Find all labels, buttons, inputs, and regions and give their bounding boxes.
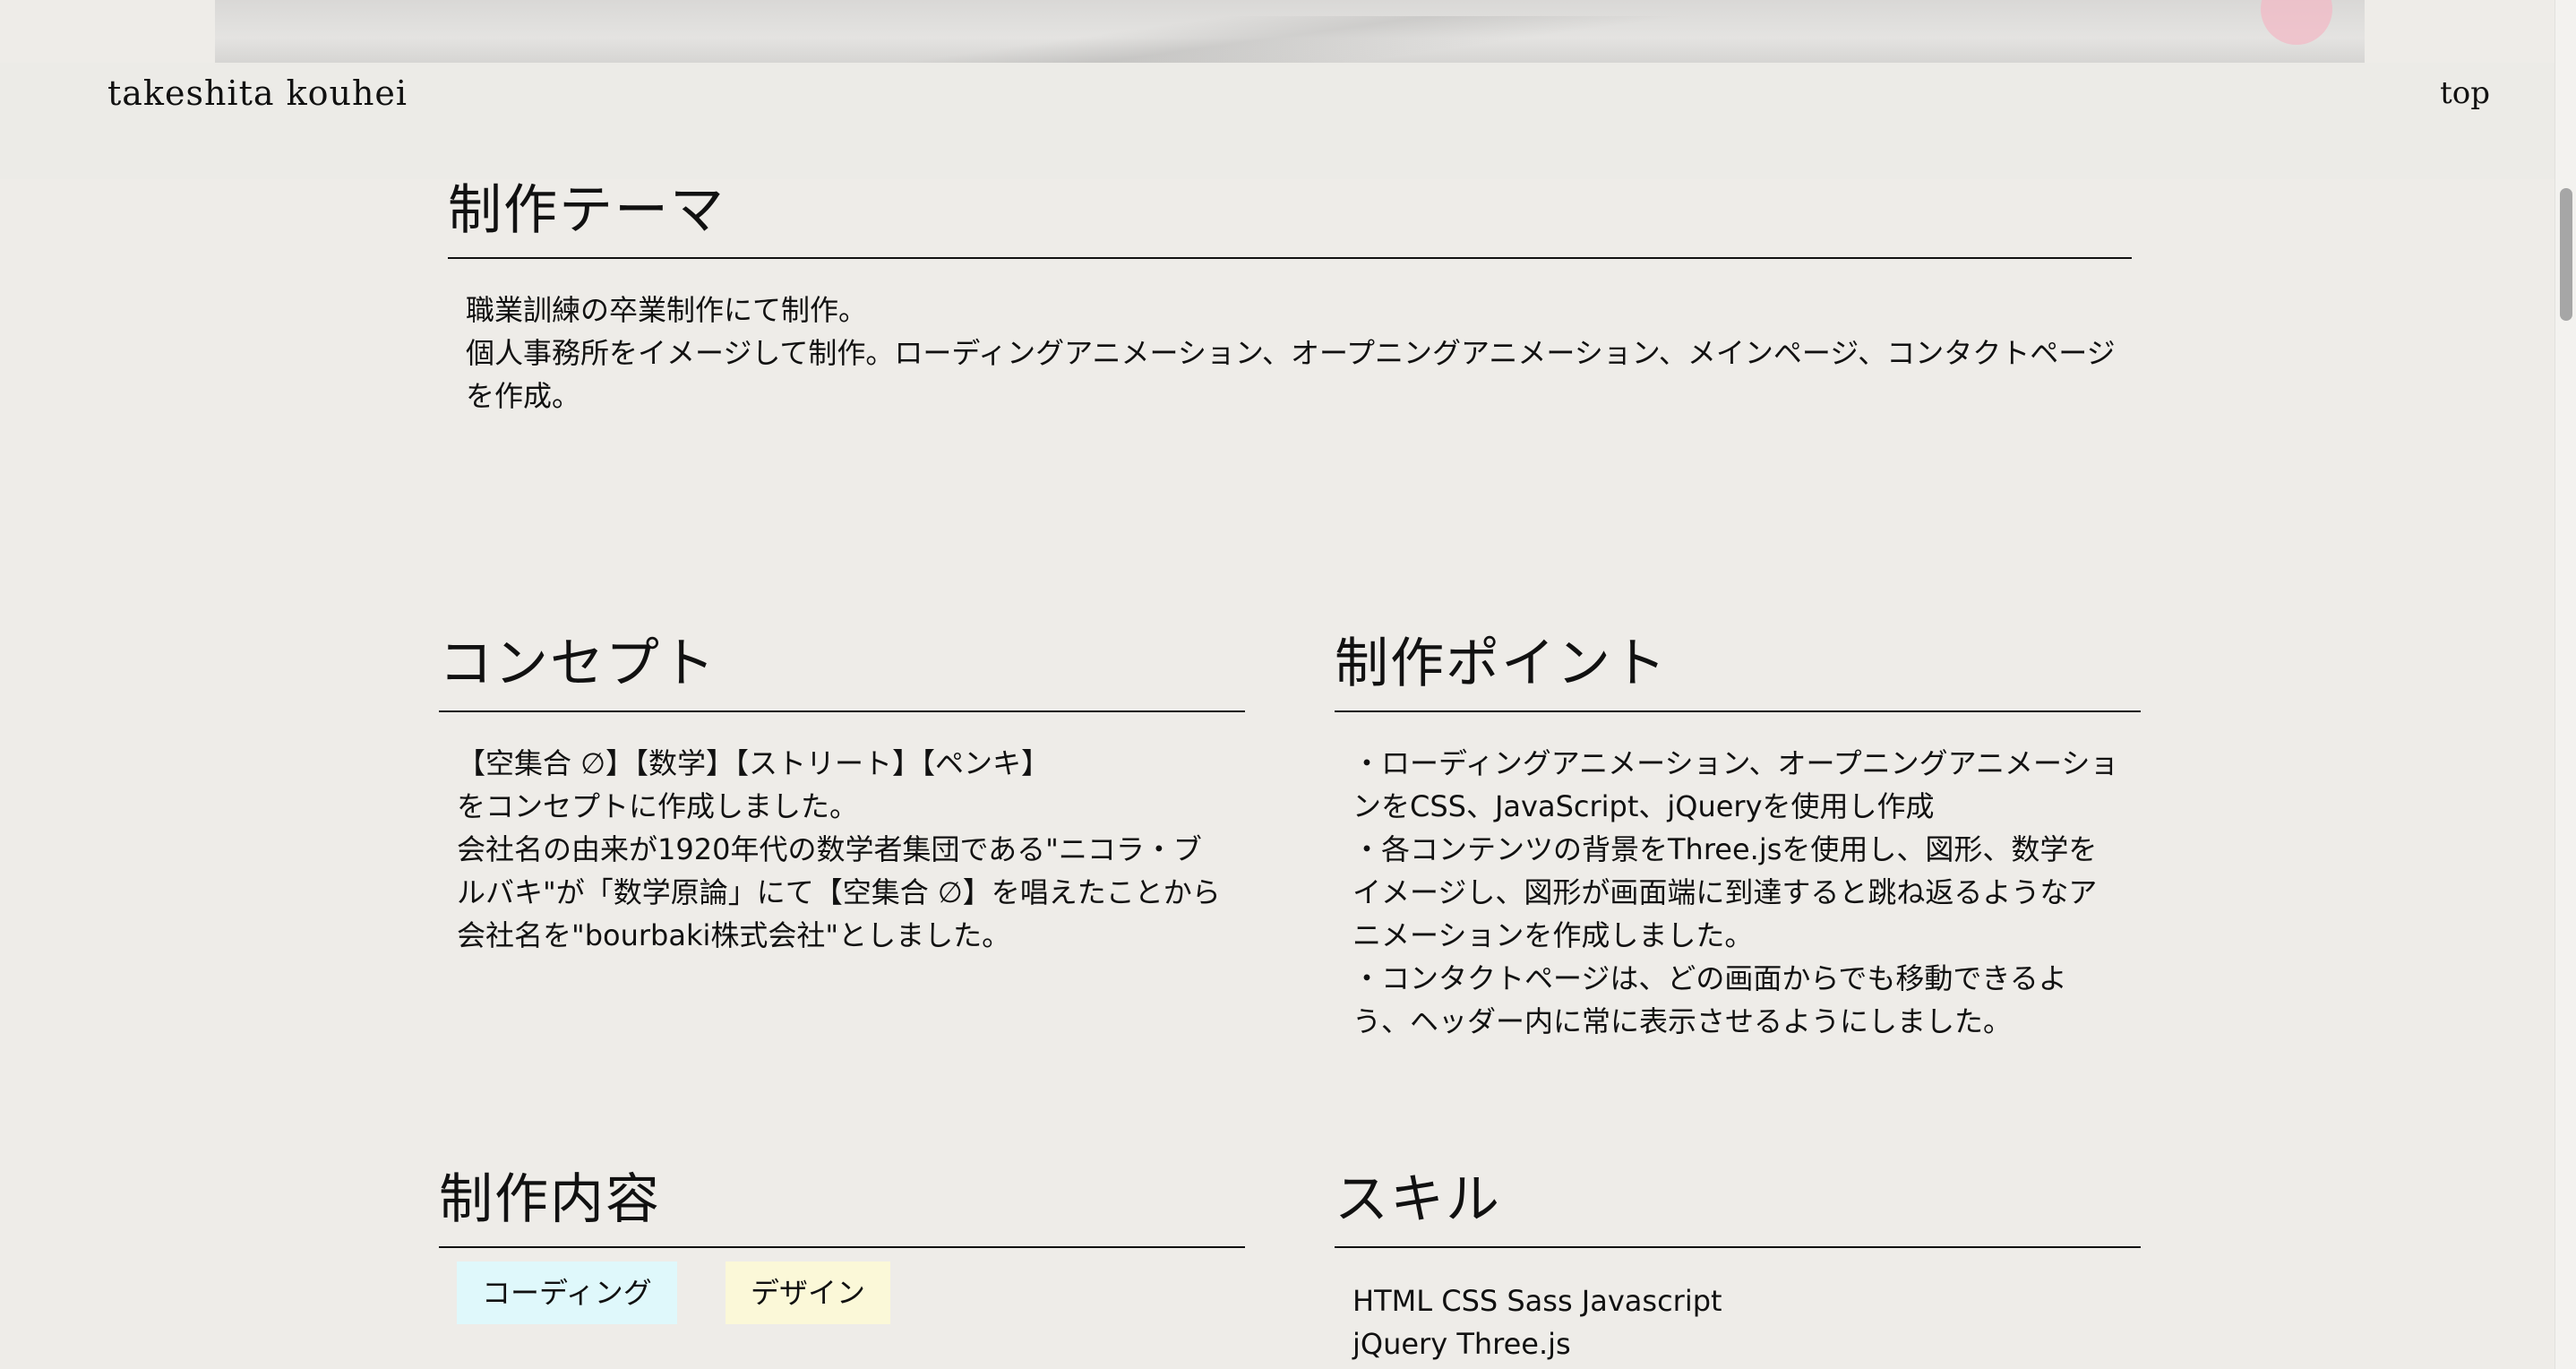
theme-line: 個人事務所をイメージして制作。ローディングアニメーション、オープニングアニメーシ… [466, 336, 2116, 370]
concept-line: 会社名の由来が1920年代の数学者集団である"ニコラ・ブ [457, 832, 1202, 866]
theme-line: を作成。 [466, 379, 581, 413]
concept-line: ルバキ"が「数学原論」にて【空集合 ∅】を唱えたことから [457, 875, 1221, 909]
points-line: う、ヘッダー内に常に表示させるようにしました。 [1352, 1004, 2013, 1038]
hero-image-strip [215, 0, 2365, 63]
points-line: ・ローディングアニメーション、オープニングアニメーショ [1352, 746, 2119, 780]
points-body: ・ローディングアニメーション、オープニングアニメーショ ンをCSS、JavaSc… [1352, 742, 2141, 1043]
scrollbar-thumb[interactable] [2560, 188, 2572, 321]
tag-coding: コーディング [457, 1261, 677, 1324]
concept-line: 会社名を"bourbaki株式会社"としました。 [457, 918, 1011, 952]
concept-body: 【空集合 ∅】【数学】【ストリート】【ペンキ】 をコンセプトに作成しました。 会… [457, 742, 1245, 957]
nav-top-link[interactable]: top [2440, 75, 2490, 111]
contents-heading: 制作内容 [439, 1156, 1245, 1248]
theme-heading: 制作テーマ [448, 167, 2132, 259]
points-line: ・各コンテンツの背景をThree.jsを使用し、図形、数学を [1352, 832, 2098, 866]
page-scrollbar[interactable] [2555, 0, 2576, 1369]
site-title[interactable]: takeshita kouhei [107, 73, 408, 113]
theme-body: 職業訓練の卒業制作にて制作。 個人事務所をイメージして制作。ローディングアニメー… [466, 288, 2132, 418]
theme-line: 職業訓練の卒業制作にて制作。 [466, 293, 868, 327]
skills-body: HTML CSS Sass Javascript jQuery Three.js [1352, 1279, 2141, 1365]
skills-line: HTML CSS Sass Javascript [1352, 1284, 1722, 1318]
points-line: イメージし、図形が画面端に到達すると跳ね返るようなア [1352, 875, 2098, 909]
concept-heading: コンセプト [439, 620, 1245, 712]
tag-design: デザイン [726, 1261, 891, 1324]
concept-line: をコンセプトに作成しました。 [457, 789, 859, 823]
skills-line: jQuery Three.js [1352, 1327, 1571, 1361]
points-line: ・コンタクトページは、どの画面からでも移動できるよ [1352, 961, 2067, 995]
points-line: ニメーションを作成しました。 [1352, 918, 1754, 952]
points-heading: 制作ポイント [1335, 620, 2141, 712]
skills-heading: スキル [1335, 1156, 2141, 1248]
points-line: ンをCSS、JavaScript、jQueryを使用し作成 [1352, 789, 1935, 823]
hero-badge-graphic [2261, 0, 2332, 45]
concept-line: 【空集合 ∅】【数学】【ストリート】【ペンキ】 [457, 746, 1051, 780]
